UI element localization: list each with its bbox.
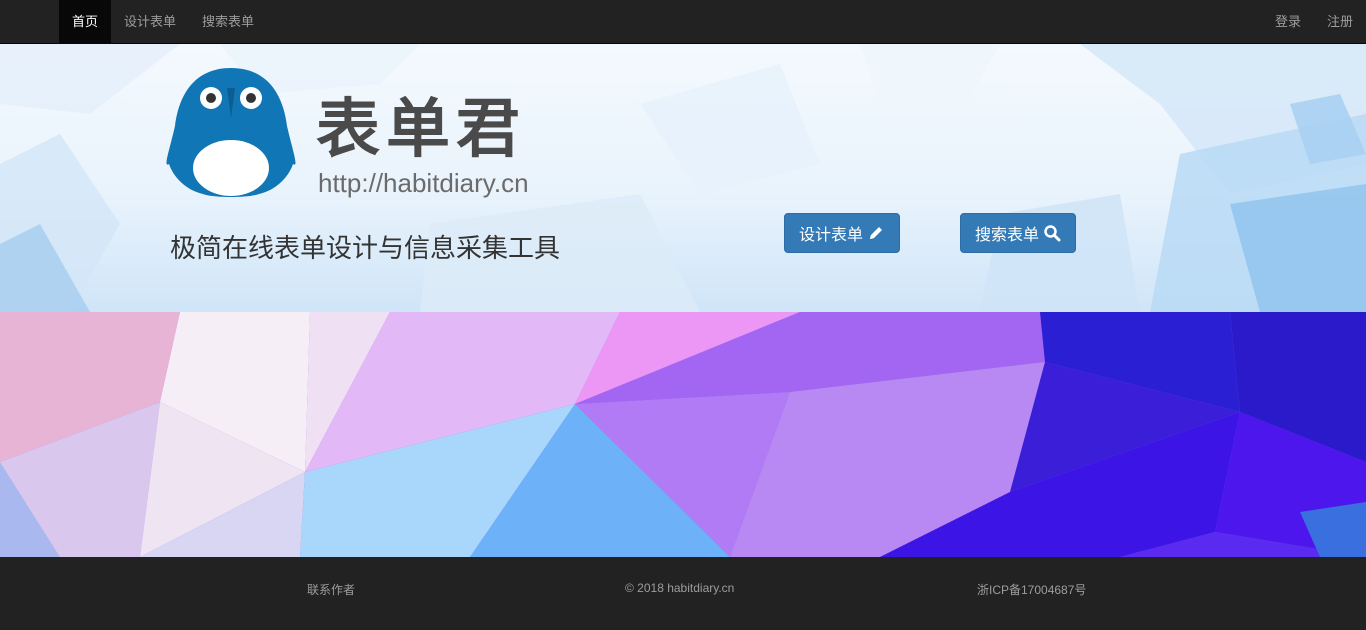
footer: 联系作者 © 2018 habitdiary.cn 浙ICP备17004687号 (0, 557, 1366, 630)
contact-author-link[interactable]: 联系作者 (307, 581, 355, 598)
design-form-button-label: 设计表单 (798, 227, 863, 244)
nav-left: 首页 设计表单 搜索表单 (59, 0, 267, 44)
search-form-button-label: 搜索表单 (974, 227, 1039, 244)
top-navbar: 首页 设计表单 搜索表单 登录 注册 (0, 0, 1366, 44)
nav-right: 登录 注册 (1262, 0, 1366, 44)
lowpoly-banner (0, 312, 1366, 557)
penguin-logo (166, 68, 296, 197)
copyright-text: © 2018 habitdiary.cn (625, 581, 735, 595)
nav-login[interactable]: 登录 (1262, 0, 1314, 44)
nav-design-form[interactable]: 设计表单 (111, 0, 189, 44)
search-icon (1043, 224, 1061, 242)
hero-banner: 表单君 http://habitdiary.cn 极简在线表单设计与信息采集工具… (0, 44, 1366, 312)
nav-search-form[interactable]: 搜索表单 (189, 0, 267, 44)
pencil-icon (867, 224, 885, 242)
search-form-button[interactable]: 搜索表单 (960, 213, 1076, 253)
brand-url: http://habitdiary.cn (318, 168, 529, 198)
lowpoly-background (0, 312, 1366, 557)
icp-license-text: 浙ICP备17004687号 (977, 583, 1087, 597)
nav-home[interactable]: 首页 (59, 0, 112, 44)
brand-title: 表单君 (316, 92, 526, 167)
nav-register[interactable]: 注册 (1314, 0, 1366, 44)
tagline: 极简在线表单设计与信息采集工具 (170, 233, 561, 263)
design-form-button[interactable]: 设计表单 (784, 213, 900, 253)
